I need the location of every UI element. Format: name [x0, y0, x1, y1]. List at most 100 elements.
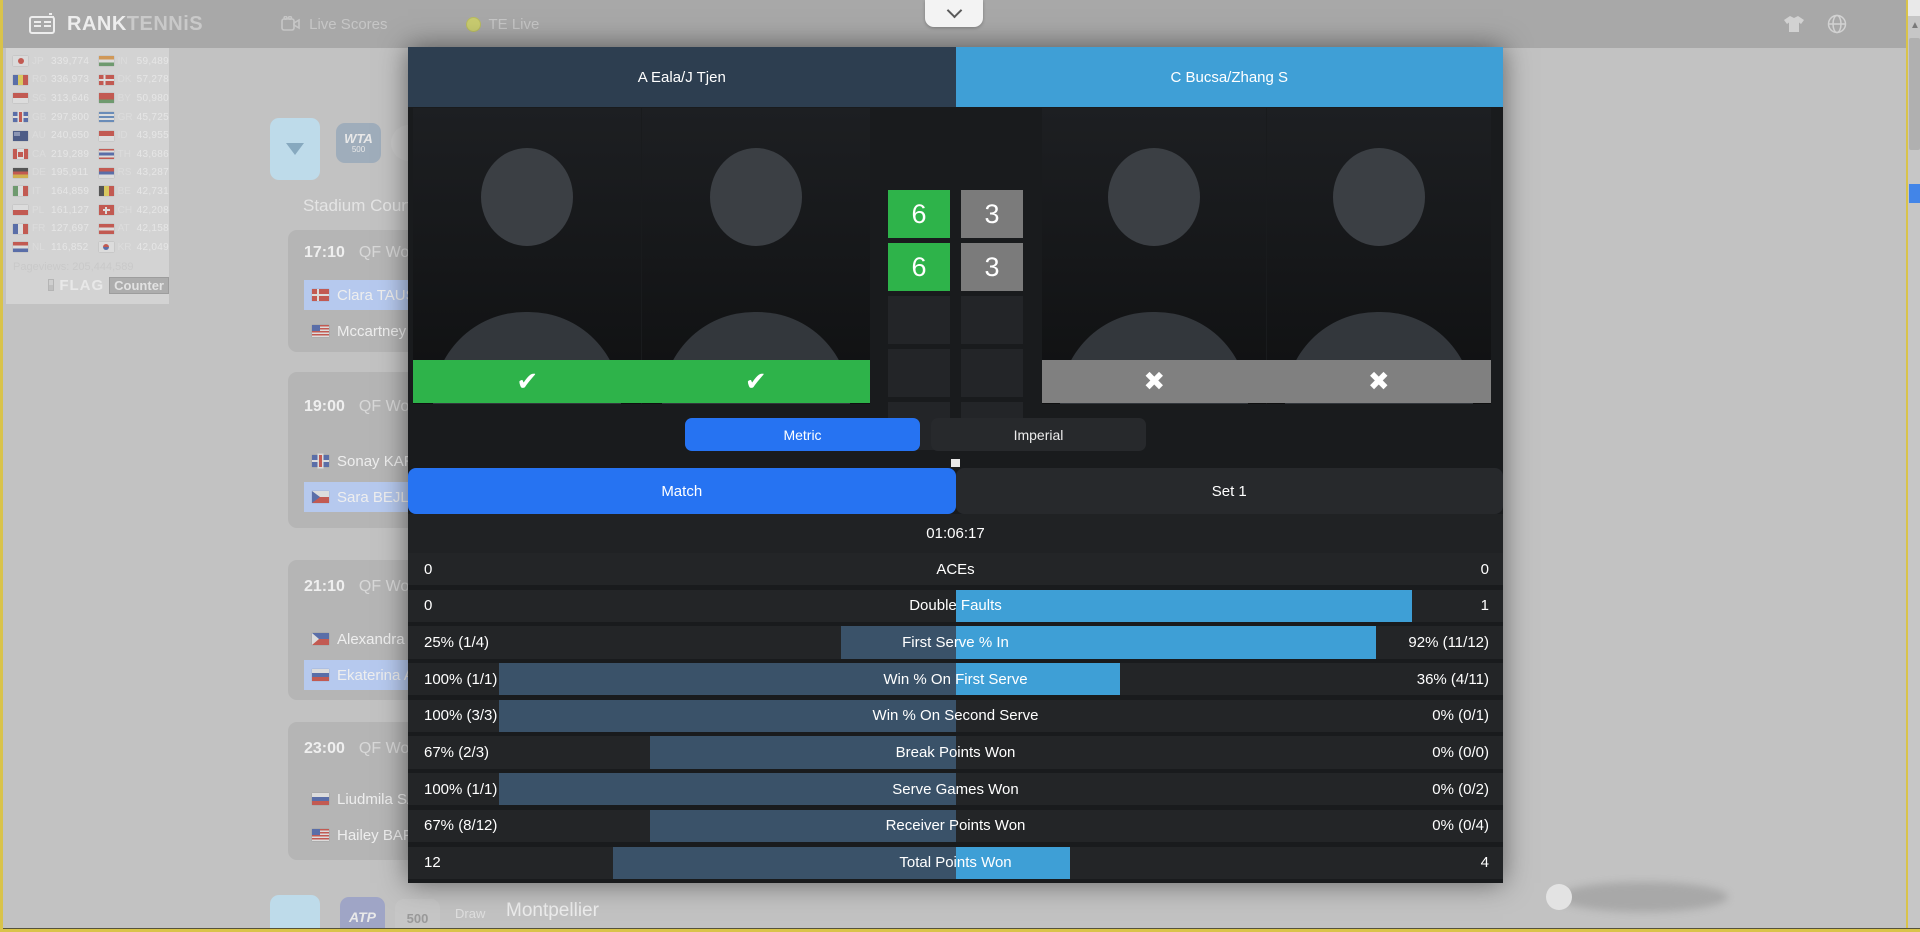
flag-dk-icon — [312, 289, 329, 301]
scrollbar-thumb[interactable] — [1909, 38, 1920, 150]
match-round: QF Wo — [358, 740, 410, 757]
loser-status-band: ✖ ✖ — [1042, 360, 1491, 403]
flag-counter-logo-icon — [48, 279, 55, 292]
chevron-down-icon — [286, 143, 304, 155]
nav-te-live[interactable]: TE Live — [465, 15, 540, 33]
check-icon: ✔ — [516, 366, 539, 396]
flag-at-icon — [98, 223, 114, 234]
flag-ru-icon — [312, 669, 329, 681]
stat-label: Break Points Won — [895, 744, 1016, 762]
nav-live-scores[interactable]: Live Scores — [281, 15, 388, 33]
set-score-cell-empty — [961, 296, 1023, 344]
scoreboard-logo-icon — [29, 13, 55, 34]
set-score-cell-empty — [888, 296, 950, 344]
flag-rs-icon — [98, 167, 114, 178]
match-round: QF Wo — [358, 578, 410, 595]
stat-value-right: 4 — [1480, 854, 1489, 872]
app-window: RANKTENNiS Live Scores TE Live JP 339,774… — [0, 0, 1920, 932]
scrollbar-cap — [1908, 0, 1920, 16]
flag-counter-row: AU 240,650 ID 43,955 — [6, 126, 169, 145]
vertical-scrollbar[interactable]: ▲ — [1906, 0, 1920, 932]
flag-gr-icon — [98, 112, 114, 123]
set-score-cell-empty — [961, 349, 1023, 397]
flag-ch-icon — [98, 205, 114, 216]
match-stats-modal: A Eala/J Tjen C Bucsa/Zhang S 6 6 3 3 ✔ … — [408, 47, 1503, 883]
watermark-dot — [1546, 884, 1572, 910]
player-name: Liudmila SA — [337, 790, 418, 808]
stat-row-aces: 0 ACEs 0 — [408, 553, 1503, 586]
stat-value-right: 0 — [1480, 560, 1489, 578]
flag-by-icon — [98, 93, 114, 104]
flag-counter-row: DE 195,911 RS 43,287 — [6, 164, 169, 183]
flag-counter-row: GB 297,800 GR 45,725 — [6, 108, 169, 127]
tab-team1[interactable]: A Eala/J Tjen — [408, 47, 956, 107]
imperial-button[interactable]: Imperial — [931, 418, 1146, 451]
flag-counter-logo: FLAG Counter — [48, 276, 169, 294]
stat-value-right: 0% (0/1) — [1432, 707, 1489, 725]
watermark-smudge — [1558, 882, 1728, 912]
tournament-filter-tile-bottom[interactable] — [270, 895, 320, 932]
stat-label: ACEs — [936, 560, 975, 578]
ranktennis-logo[interactable]: RANKTENNiS — [29, 13, 203, 36]
nav-te-live-label: TE Live — [488, 15, 540, 33]
chevron-down-icon — [946, 2, 962, 19]
tab-team2[interactable]: C Bucsa/Zhang S — [955, 47, 1503, 107]
stat-label: Receiver Points Won — [885, 817, 1026, 835]
stat-row-total-points: 12 Total Points Won 4 — [408, 846, 1503, 879]
flag-counter-widget[interactable]: JP 339,774 IN 59,489 RO 336,973 DK 57,278 SG 31… — [6, 48, 169, 304]
collapse-modal-button[interactable] — [925, 0, 983, 27]
scoreboard: 6 6 3 3 ✔ ✔ ✖ ✖ — [408, 107, 1503, 450]
set-score-cell-empty — [888, 349, 950, 397]
units-toggle: Metric Imperial — [408, 418, 1503, 451]
flag-us-icon — [312, 829, 329, 841]
atp-badge[interactable]: ATP — [340, 897, 385, 932]
scroll-up-arrow-icon[interactable]: ▲ — [1910, 20, 1920, 31]
stat-value-right: 0% (0/0) — [1432, 744, 1489, 762]
flag-id-icon — [98, 130, 114, 141]
tab-set1[interactable]: Set 1 — [955, 468, 1503, 514]
match-time: 23:00 — [304, 740, 345, 757]
flag-counter-row: FR 127,697 AT 42,158 — [6, 219, 169, 238]
stat-label: Serve Games Won — [892, 780, 1019, 798]
stat-value-right: 1 — [1480, 597, 1489, 615]
metric-button[interactable]: Metric — [685, 418, 920, 451]
flag-counter-row: NL 116,852 KR 42,049 — [6, 238, 169, 257]
flag-us-icon — [312, 325, 329, 337]
stat-label: Total Points Won — [899, 854, 1012, 872]
stat-row-serve-games: 100% (1/1) Serve Games Won 0% (0/2) — [408, 773, 1503, 806]
x-icon: ✖ — [1143, 366, 1166, 396]
flag-counter-row: JP 339,774 IN 59,489 — [6, 52, 169, 71]
flag-it-icon — [13, 186, 28, 197]
stat-value-right: 92% (11/12) — [1408, 633, 1489, 651]
wta-500-badge[interactable]: WTA 500 — [336, 123, 381, 163]
team-tabs: A Eala/J Tjen C Bucsa/Zhang S — [408, 47, 1503, 107]
stat-row-double-faults: 0 Double Faults 1 — [408, 589, 1503, 622]
nav-live-scores-label: Live Scores — [309, 15, 388, 33]
flag-counter-row: CA 219,289 TH 43,686 — [6, 145, 169, 164]
set-score-cell: 3 — [961, 190, 1023, 238]
stat-label: Double Faults — [909, 597, 1002, 615]
set-score-column-team1: 6 6 — [888, 190, 950, 450]
video-camera-icon — [281, 16, 300, 31]
x-icon: ✖ — [1367, 366, 1390, 396]
set-score-cell: 6 — [888, 190, 950, 238]
globe-icon[interactable] — [1827, 14, 1847, 34]
stat-value-right: 36% (4/11) — [1416, 670, 1489, 688]
draw-label[interactable]: Draw — [455, 906, 485, 921]
match-round: QF Wo — [358, 244, 410, 261]
flag-jp-icon — [13, 56, 28, 67]
flag-ph-icon — [312, 633, 329, 645]
tab-match[interactable]: Match — [408, 468, 956, 514]
check-icon: ✔ — [744, 366, 767, 396]
match-time: 17:10 — [304, 244, 345, 261]
stat-row-win-second-serve: 100% (3/3) Win % On Second Serve 0% (0/1) — [408, 699, 1503, 732]
flag-ru-icon — [312, 793, 329, 805]
court-title: Stadium Court — [303, 196, 412, 215]
shirt-icon[interactable] — [1783, 15, 1805, 33]
flag-dk-icon — [98, 74, 114, 85]
flag-in-icon — [98, 56, 114, 67]
match-round: QF Wo — [358, 398, 410, 415]
flag-be-icon — [98, 186, 114, 197]
tournament-filter-tile[interactable] — [270, 118, 320, 180]
flag-pl-icon — [13, 205, 28, 216]
